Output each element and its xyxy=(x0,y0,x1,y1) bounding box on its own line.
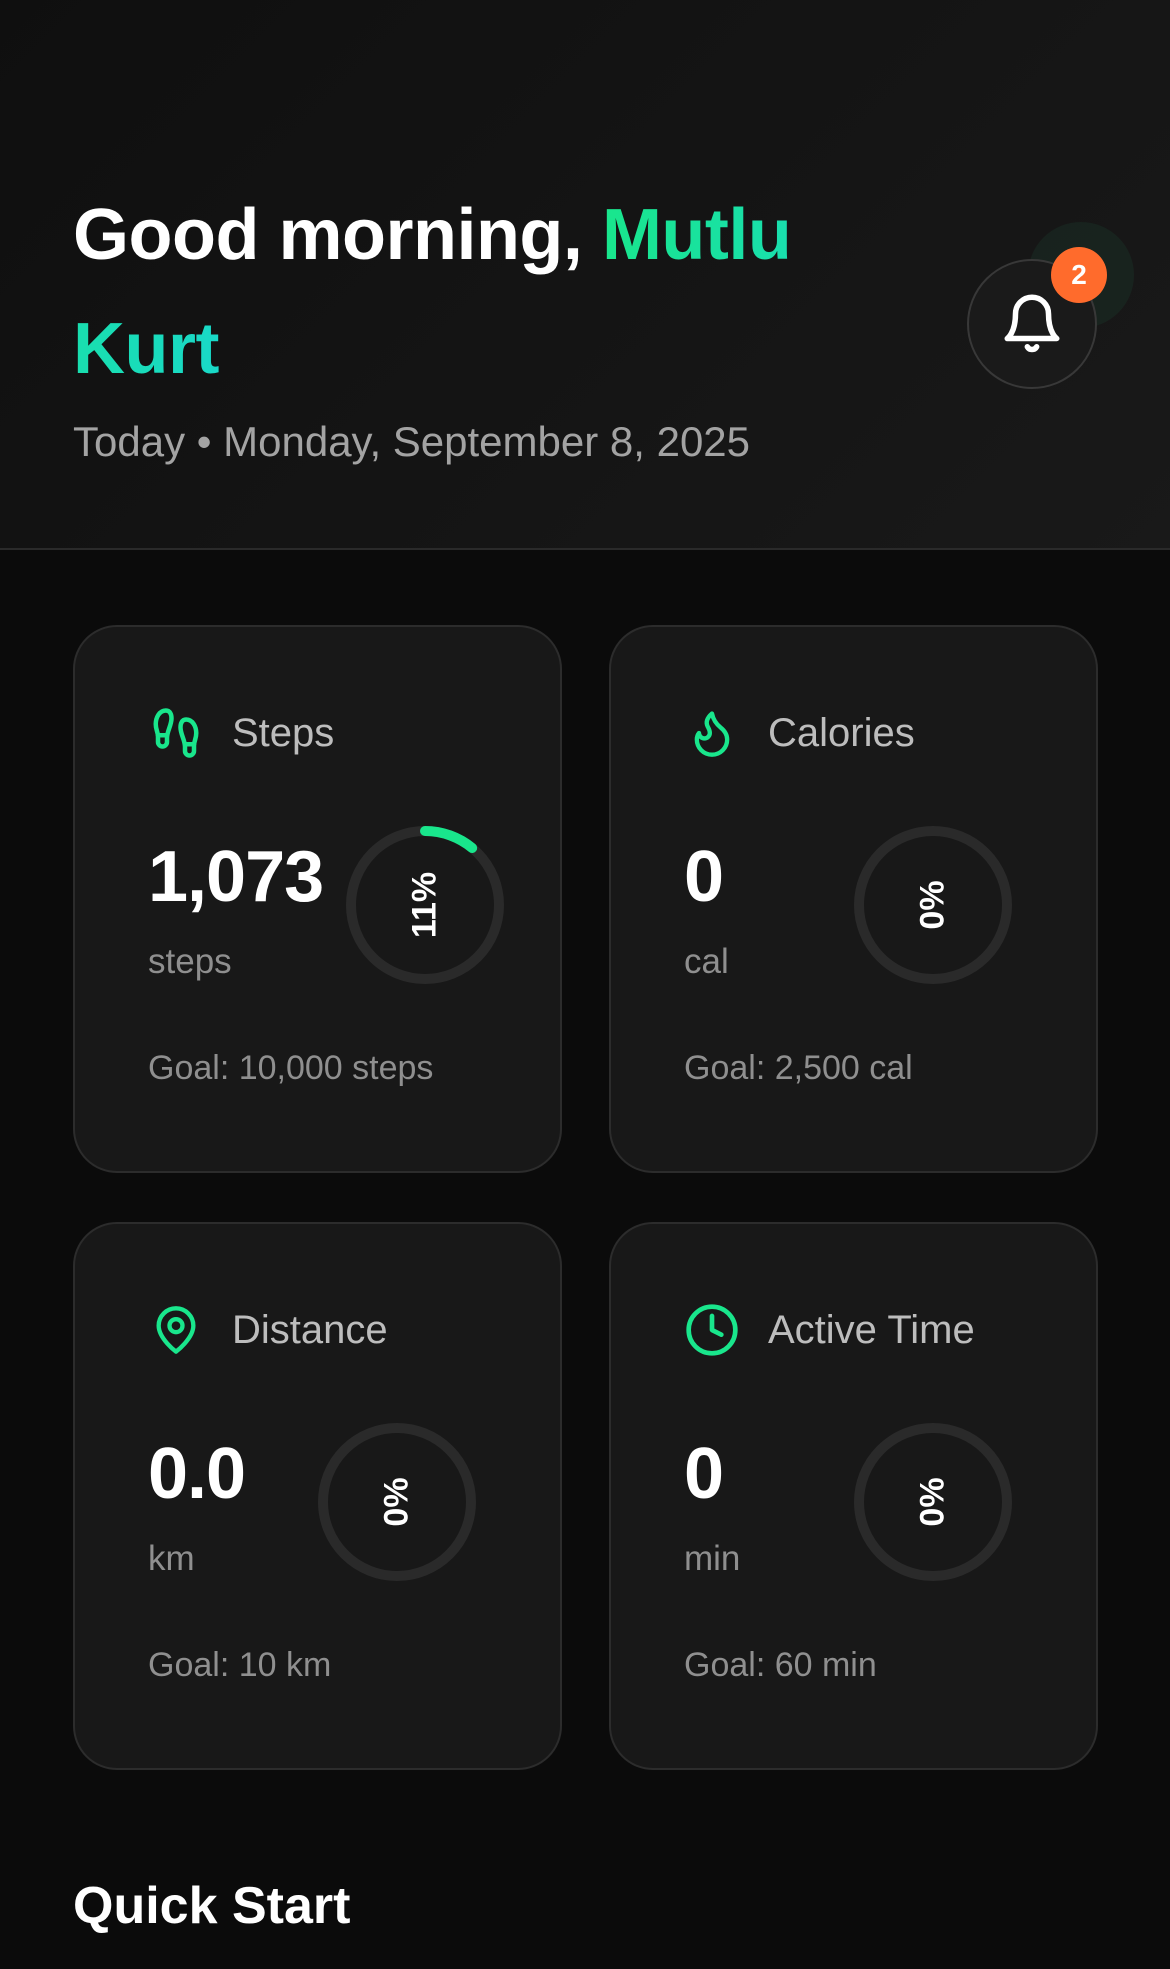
date-prefix: Today xyxy=(73,418,186,465)
calories-value: 0 xyxy=(684,837,724,917)
quick-start-title: Quick Start xyxy=(73,1877,351,1935)
card-label: Active Time xyxy=(768,1307,975,1352)
progress-percent: 0% xyxy=(913,1477,952,1527)
card-label: Calories xyxy=(768,710,915,755)
distance-value: 0.0 xyxy=(148,1434,246,1514)
steps-unit: steps xyxy=(148,942,232,981)
goal-text: Goal: 2,500 cal xyxy=(684,1049,913,1087)
current-date: Monday, September 8, 2025 xyxy=(223,418,751,465)
footprints-icon xyxy=(148,705,204,761)
card-header: Distance xyxy=(148,1300,388,1360)
goal-text: Goal: 10 km xyxy=(148,1646,332,1684)
card-label: Steps xyxy=(232,710,335,755)
flame-icon xyxy=(684,705,740,761)
goal-text: Goal: 60 min xyxy=(684,1646,877,1684)
progress-ring: 11% xyxy=(343,823,507,987)
map-pin-icon xyxy=(148,1302,204,1358)
date-line: Today • Monday, September 8, 2025 xyxy=(73,418,750,466)
distance-unit: km xyxy=(148,1539,195,1578)
progress-percent: 11% xyxy=(405,871,444,939)
progress-ring: 0% xyxy=(851,1420,1015,1584)
progress-ring: 0% xyxy=(851,823,1015,987)
progress-ring: 0% xyxy=(315,1420,479,1584)
stat-card-calories[interactable]: Calories 0 cal 0% Goal: 2,500 cal xyxy=(609,625,1098,1173)
progress-percent: 0% xyxy=(377,1477,416,1527)
card-header: Steps xyxy=(148,703,334,763)
date-separator: • xyxy=(196,418,212,465)
stat-card-active-time[interactable]: Active Time 0 min 0% Goal: 60 min xyxy=(609,1222,1098,1770)
calories-unit: cal xyxy=(684,942,729,981)
card-header: Calories xyxy=(684,703,915,763)
card-header: Active Time xyxy=(684,1300,975,1360)
greeting-text: Good morning, xyxy=(73,195,583,275)
goal-text: Goal: 10,000 steps xyxy=(148,1049,434,1087)
stat-card-distance[interactable]: Distance 0.0 km 0% Goal: 10 km xyxy=(73,1222,562,1770)
greeting-title: Good morning, Mutlu Kurt xyxy=(73,178,853,406)
clock-icon xyxy=(684,1302,740,1358)
bell-icon xyxy=(999,286,1065,363)
active-time-value: 0 xyxy=(684,1434,724,1514)
active-time-unit: min xyxy=(684,1539,741,1578)
card-label: Distance xyxy=(232,1307,388,1352)
progress-percent: 0% xyxy=(913,880,952,930)
notification-count-badge: 2 xyxy=(1051,247,1107,303)
stat-card-steps[interactable]: Steps 1,073 steps 11% Goal: 10,000 steps xyxy=(73,625,562,1173)
steps-value: 1,073 xyxy=(148,837,324,917)
header: Good morning, Mutlu Kurt Today • Monday,… xyxy=(0,0,1170,550)
